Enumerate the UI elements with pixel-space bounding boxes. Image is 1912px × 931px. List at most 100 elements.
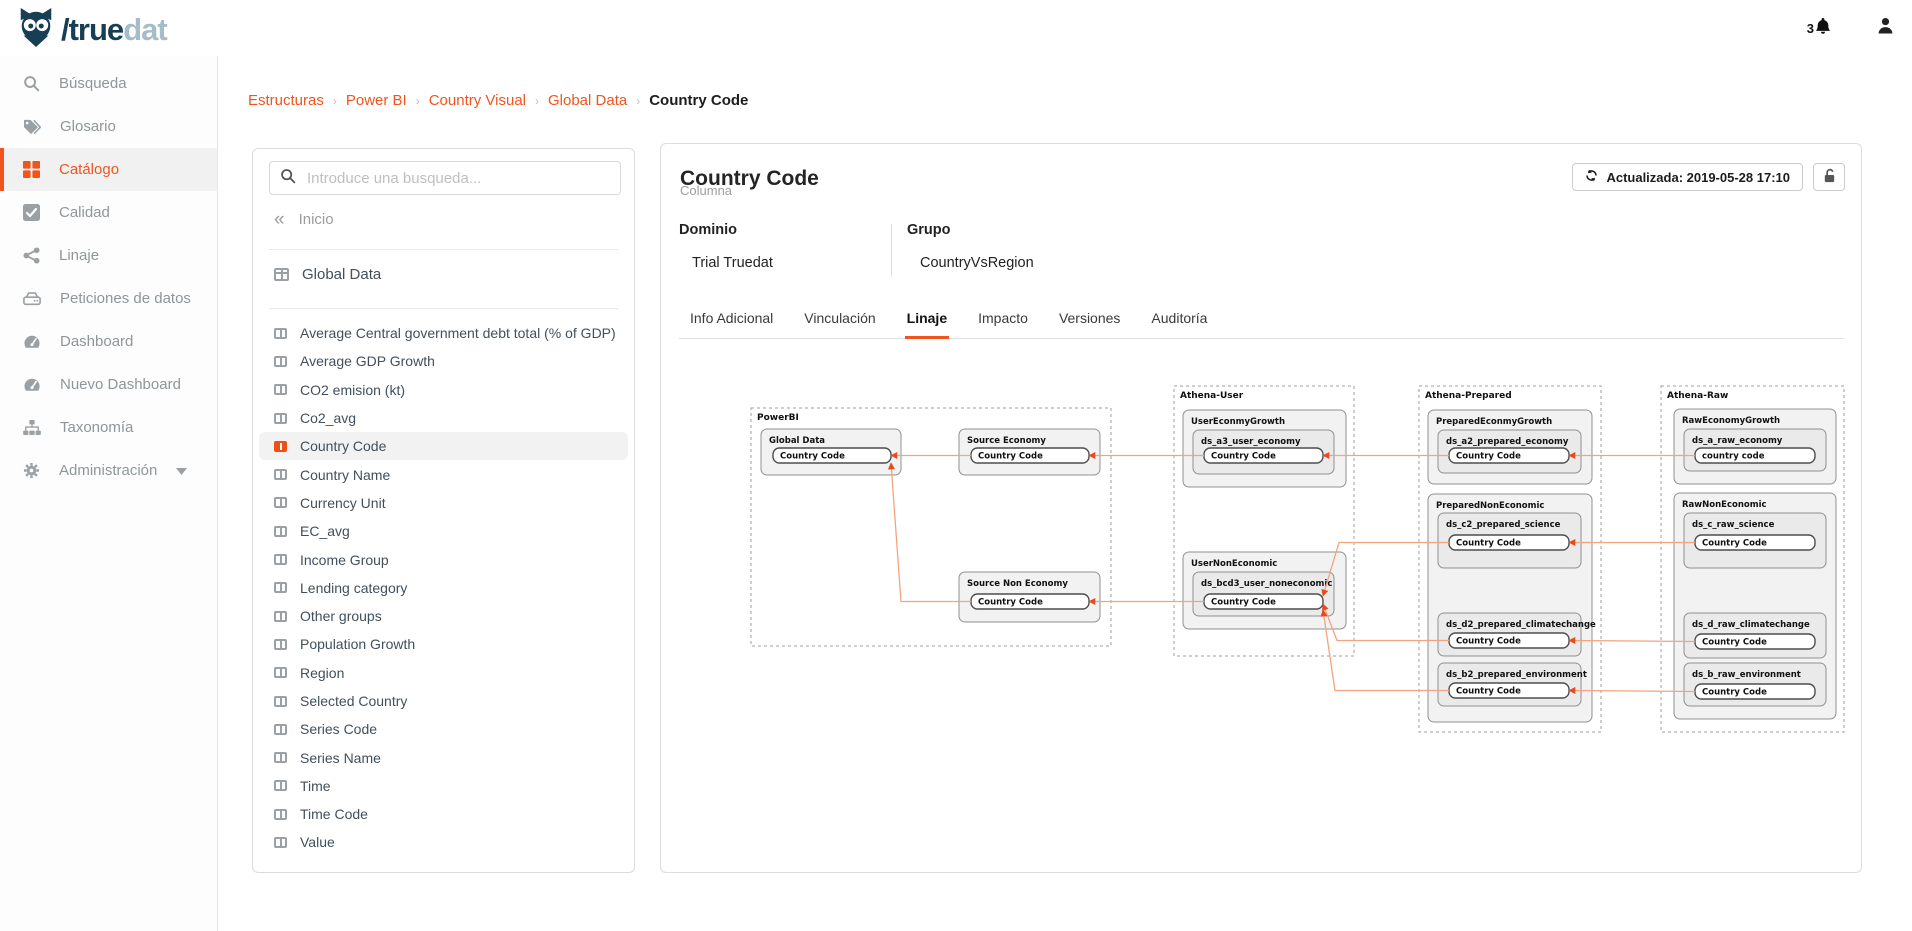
sidebar-item-calidad[interactable]: Calidad xyxy=(0,191,217,234)
field-item-label: Time xyxy=(300,778,331,794)
field-item-co2-avg[interactable]: Co2_avg xyxy=(259,404,628,432)
lineage-field-pill[interactable]: Country Code xyxy=(1695,634,1815,649)
field-item-population-growth[interactable]: Population Growth xyxy=(259,630,628,658)
sidebar-item-catalogo[interactable]: Catálogo xyxy=(0,148,217,191)
columns-icon xyxy=(274,554,287,565)
check-square-icon xyxy=(23,204,40,221)
back-to-home[interactable]: « Inicio xyxy=(274,211,334,228)
svg-text:RawNonEconomic: RawNonEconomic xyxy=(1682,500,1767,510)
tab-info-adicional[interactable]: Info Adicional xyxy=(688,301,775,339)
lineage-field-pill[interactable]: Country Code xyxy=(773,448,891,463)
field-item-label: Currency Unit xyxy=(300,495,386,511)
user-menu-button[interactable] xyxy=(1877,17,1894,39)
sidebar-item-glosario[interactable]: Glosario xyxy=(0,105,217,148)
field-item-label: Region xyxy=(300,665,344,681)
svg-text:Country Code: Country Code xyxy=(1211,598,1276,608)
lineage-field-pill[interactable]: Country Code xyxy=(1449,448,1569,463)
grid-icon xyxy=(23,161,40,178)
field-item-country-code-selected[interactable]: Country Code xyxy=(259,432,628,460)
lineage-field-pill[interactable]: Country Code xyxy=(971,448,1089,463)
field-item-income-group[interactable]: Income Group xyxy=(259,545,628,573)
lineage-field-pill[interactable]: country code xyxy=(1695,448,1815,463)
structure-search-input[interactable] xyxy=(305,169,610,188)
sidebar-item-taxonomia[interactable]: Taxonomía xyxy=(0,406,217,449)
field-item-label: Selected Country xyxy=(300,693,407,709)
breadcrumb-link-power-bi[interactable]: Power BI xyxy=(346,92,407,109)
tab-linaje[interactable]: Linaje xyxy=(905,301,949,339)
field-item-label: Time Code xyxy=(300,806,368,822)
gear-icon xyxy=(23,462,40,479)
breadcrumb-link-global-data[interactable]: Global Data xyxy=(548,92,627,109)
svg-text:Athena-Raw: Athena-Raw xyxy=(1667,391,1728,401)
search-icon xyxy=(23,75,40,92)
lineage-diagram[interactable]: PowerBIAthena-UserAthena-PreparedAthena-… xyxy=(749,384,1849,742)
truedat-logo[interactable]: /truedat xyxy=(14,7,167,52)
field-item-value[interactable]: Value xyxy=(259,828,628,856)
breadcrumb-link-country-visual[interactable]: Country Visual xyxy=(429,92,526,109)
notifications-button[interactable]: 3 xyxy=(1807,18,1831,38)
lineage-field-pill[interactable]: Country Code xyxy=(971,594,1089,609)
field-item-series-code[interactable]: Series Code xyxy=(259,715,628,743)
field-item-co2-emision-kt[interactable]: CO2 emision (kt) xyxy=(259,376,628,404)
field-item-label: CO2 emision (kt) xyxy=(300,382,405,398)
lineage-field-pill[interactable]: Country Code xyxy=(1204,594,1323,609)
sidebar-item-nuevo-dashboard[interactable]: Nuevo Dashboard xyxy=(0,363,217,406)
lineage-field-pill[interactable]: Country Code xyxy=(1695,535,1815,550)
field-item-country-name[interactable]: Country Name xyxy=(259,460,628,488)
columns-icon xyxy=(274,724,287,735)
lineage-field-pill[interactable]: Country Code xyxy=(1449,633,1569,648)
lineage-field-pill[interactable]: Country Code xyxy=(1449,535,1569,550)
svg-text:Athena-Prepared: Athena-Prepared xyxy=(1425,391,1512,401)
field-item-selected-country[interactable]: Selected Country xyxy=(259,687,628,715)
svg-text:UserNonEconomic: UserNonEconomic xyxy=(1191,559,1277,569)
svg-text:Country Code: Country Code xyxy=(978,452,1043,462)
sidebar-item-dashboard[interactable]: Dashboard xyxy=(0,320,217,363)
lineage-field-pill[interactable]: Country Code xyxy=(1449,683,1569,698)
field-item-other-groups[interactable]: Other groups xyxy=(259,602,628,630)
group-value: CountryVsRegion xyxy=(920,255,1034,271)
sidebar-item-linaje[interactable]: Linaje xyxy=(0,234,217,277)
drive-icon xyxy=(23,291,41,306)
svg-text:Global Data: Global Data xyxy=(769,436,825,446)
tab-versiones[interactable]: Versiones xyxy=(1057,301,1122,339)
parent-structure-label: Global Data xyxy=(302,266,381,283)
columns-icon xyxy=(274,696,287,707)
double-chevron-left-icon: « xyxy=(274,213,285,227)
lock-button[interactable] xyxy=(1813,163,1845,191)
tab-auditoria[interactable]: Auditoría xyxy=(1149,301,1209,339)
tab-vinculacion[interactable]: Vinculación xyxy=(802,301,877,339)
parent-structure-item[interactable]: Global Data xyxy=(274,266,381,283)
svg-text:Country Code: Country Code xyxy=(1211,452,1276,462)
sidebar-item-label: Nuevo Dashboard xyxy=(60,376,181,393)
svg-text:ds_d2_prepared_climatechange: ds_d2_prepared_climatechange xyxy=(1446,620,1596,630)
svg-text:PreparedNonEconomic: PreparedNonEconomic xyxy=(1436,501,1544,511)
sidebar-item-label: Peticiones de datos xyxy=(60,290,191,307)
field-item-average-central-government-debt-total-of-gdp[interactable]: Average Central government debt total (%… xyxy=(259,319,628,347)
field-item-time[interactable]: Time xyxy=(259,772,628,800)
svg-text:ds_bcd3_user_noneconomic: ds_bcd3_user_noneconomic xyxy=(1201,579,1332,589)
lineage-field-pill[interactable]: Country Code xyxy=(1695,684,1815,699)
sidebar-item-administracion[interactable]: Administración xyxy=(0,449,217,492)
field-item-lending-category[interactable]: Lending category xyxy=(259,574,628,602)
field-item-time-code[interactable]: Time Code xyxy=(259,800,628,828)
field-item-ec-avg[interactable]: EC_avg xyxy=(259,517,628,545)
lineage-field-pill[interactable]: Country Code xyxy=(1204,448,1323,463)
svg-text:Country Code: Country Code xyxy=(1702,638,1767,648)
svg-text:Country Code: Country Code xyxy=(1456,687,1521,697)
field-item-series-name[interactable]: Series Name xyxy=(259,743,628,771)
search-icon xyxy=(280,168,296,189)
columns-icon xyxy=(274,837,287,848)
breadcrumb-link-estructuras[interactable]: Estructuras xyxy=(248,92,324,109)
updated-button[interactable]: Actualizada: 2019-05-28 17:10 xyxy=(1572,163,1803,191)
columns-icon xyxy=(274,611,287,622)
bell-icon xyxy=(1815,18,1831,38)
breadcrumb-separator: › xyxy=(636,94,640,108)
tab-impacto[interactable]: Impacto xyxy=(976,301,1030,339)
field-item-currency-unit[interactable]: Currency Unit xyxy=(259,489,628,517)
svg-text:Country Code: Country Code xyxy=(780,452,845,462)
field-item-average-gdp-growth[interactable]: Average GDP Growth xyxy=(259,347,628,375)
sidebar-item-peticiones-de-datos[interactable]: Peticiones de datos xyxy=(0,277,217,320)
field-item-region[interactable]: Region xyxy=(259,659,628,687)
svg-text:PreparedEconmyGrowth: PreparedEconmyGrowth xyxy=(1436,417,1552,427)
sidebar-item-busqueda[interactable]: Búsqueda xyxy=(0,62,217,105)
